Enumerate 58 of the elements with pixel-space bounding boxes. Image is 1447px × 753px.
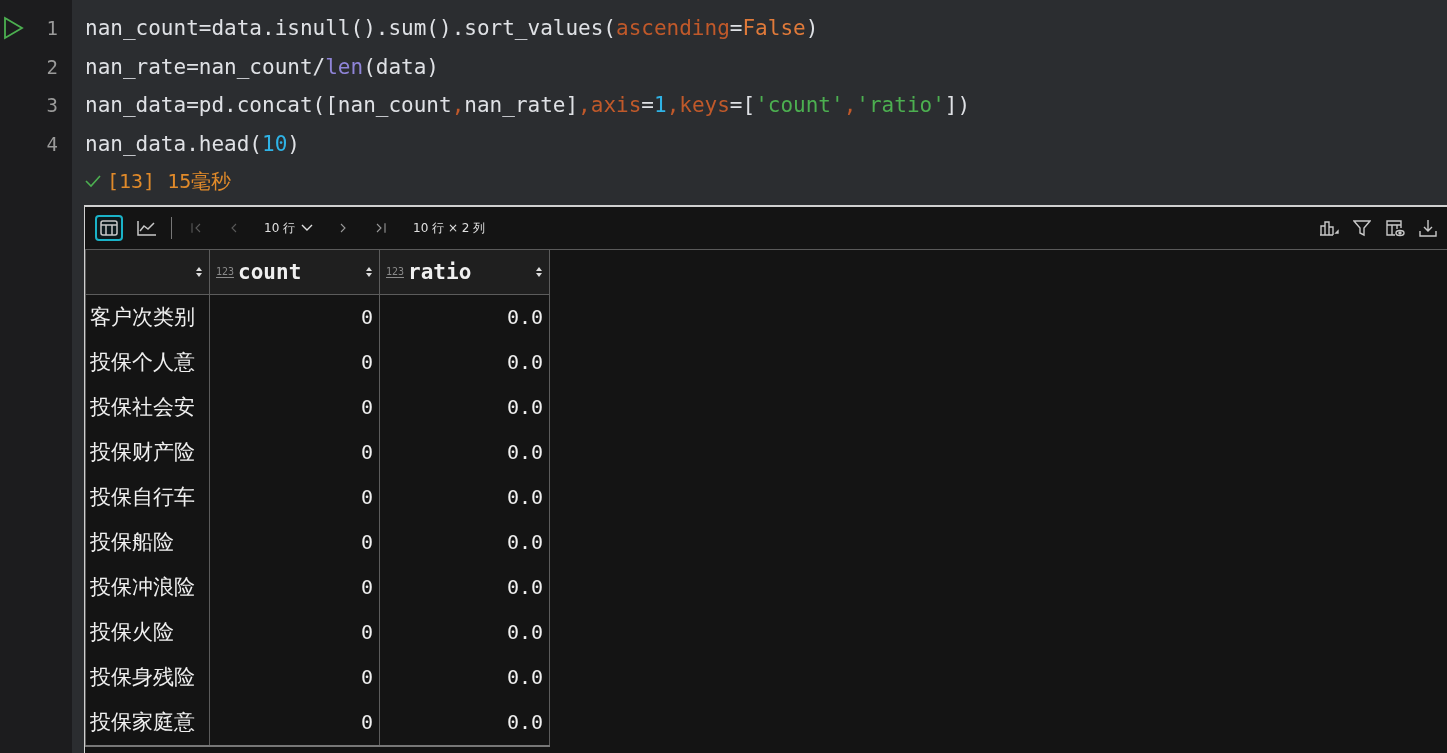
row-index-cell: 投保个人意 (85, 339, 210, 385)
table-cell: 0 (209, 609, 380, 655)
table-cell: 0 (209, 564, 380, 610)
line-chart-icon (137, 220, 157, 236)
line-number: 3 (46, 94, 58, 117)
table-cell: 0.0 (379, 294, 550, 340)
table-view-button[interactable] (95, 215, 123, 241)
type-label: 123 (386, 265, 405, 278)
table-cell: 0.0 (379, 654, 550, 700)
row-index-cell: 投保财产险 (85, 429, 210, 475)
row-index-cell: 投保身残险 (85, 654, 210, 700)
chevron-down-icon (301, 224, 314, 232)
code-line: nan_rate=nan_count/len(data) (85, 53, 440, 81)
table-view-settings-icon[interactable] (1385, 219, 1405, 237)
row-index-cell: 投保冲浪险 (85, 564, 210, 610)
line-number: 1 (46, 17, 58, 40)
table-cell: 0 (209, 429, 380, 475)
type-label: 123 (216, 265, 235, 278)
row-index-cell: 客户次类别 (85, 294, 210, 340)
column-label: count (238, 259, 302, 284)
code-line: nan_data.head(10) (85, 130, 301, 158)
table-cell: 0.0 (379, 384, 550, 430)
table-cell: 0.0 (379, 519, 550, 565)
table-cell: 0.0 (379, 609, 550, 655)
row-index-cell: 投保家庭意 (85, 699, 210, 746)
download-icon[interactable] (1419, 219, 1437, 237)
table-cell: 0 (209, 654, 380, 700)
table-cell: 0 (209, 474, 380, 520)
column-label: ratio (408, 259, 472, 284)
bar-chart-icon[interactable] (1319, 219, 1339, 237)
table-cell: 0.0 (379, 564, 550, 610)
table-cell: 0 (209, 384, 380, 430)
execution-status: [13] 15毫秒 (107, 167, 232, 195)
table-cell: 0.0 (379, 699, 550, 746)
sort-button[interactable] (535, 265, 543, 278)
table-cell: 0 (209, 339, 380, 385)
filter-icon[interactable] (1353, 219, 1371, 237)
row-index-cell: 投保火险 (85, 609, 210, 655)
sort-button[interactable] (365, 265, 373, 278)
page-size-dropdown[interactable]: 10 行 (258, 219, 320, 237)
table-cell: 0.0 (379, 339, 550, 385)
table-size-label: 10 行 × 2 列 (413, 219, 486, 237)
line-number: 2 (46, 55, 58, 78)
check-icon (85, 174, 101, 188)
sort-button[interactable] (195, 265, 203, 278)
table-cell: 0 (209, 294, 380, 340)
code-line: nan_count=data.isnull().sum().sort_values(ascending=False) (85, 15, 820, 42)
table-cell: 0 (209, 699, 380, 746)
row-index-cell: 投保船险 (85, 519, 210, 565)
run-icon[interactable] (2, 16, 24, 41)
row-index-cell: 投保社会安 (85, 384, 210, 430)
table-cell: 0.0 (379, 474, 550, 520)
code-line: nan_data=pd.concat([nan_count,nan_rate],axis=1,keys=['count','ratio']) (85, 92, 972, 119)
row-index-cell: 投保自行车 (85, 474, 210, 520)
table-cell: 0 (209, 519, 380, 565)
table-cell: 0.0 (379, 429, 550, 475)
line-number: 4 (46, 132, 58, 155)
table-icon (100, 220, 118, 236)
